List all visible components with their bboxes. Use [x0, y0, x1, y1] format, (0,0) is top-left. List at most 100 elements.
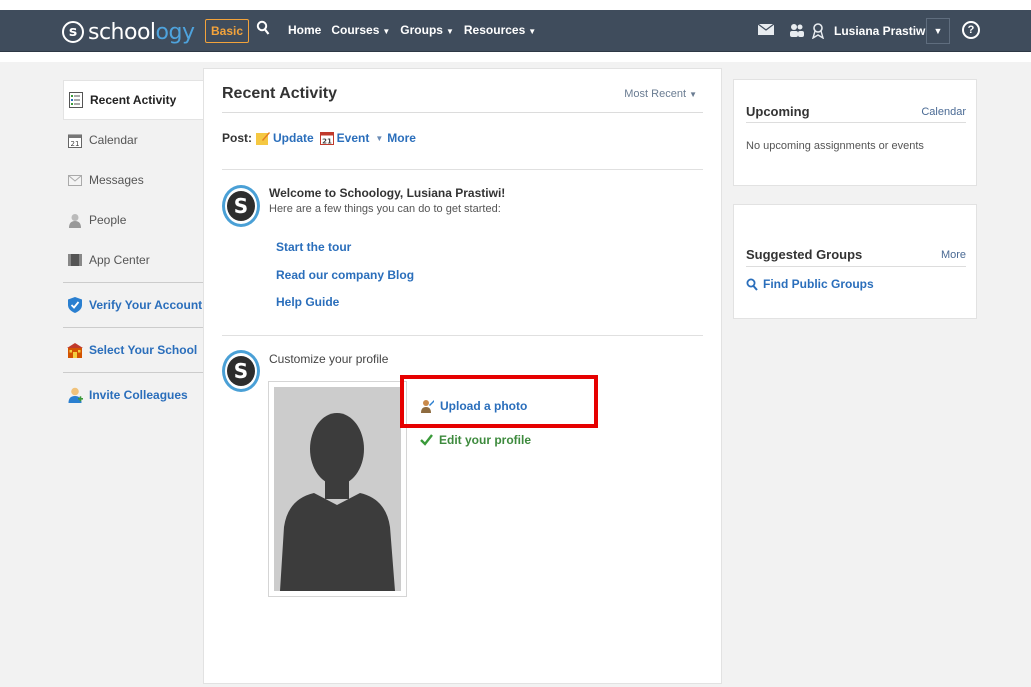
messages-icon — [67, 172, 83, 188]
pencil-note-icon — [256, 131, 270, 145]
highlight-box — [400, 375, 598, 428]
sidebar-item-recent-activity[interactable]: Recent Activity — [63, 80, 203, 120]
upcoming-empty-text: No upcoming assignments or events — [746, 140, 924, 152]
nav-resources-label: Resources — [463, 23, 526, 37]
messages-envelope-icon[interactable] — [757, 23, 775, 39]
notifications-ribbon-icon[interactable] — [811, 23, 825, 42]
nav-courses[interactable]: Courses ▼ — [331, 23, 390, 37]
divider — [746, 122, 966, 123]
profile-photo-placeholder — [268, 381, 407, 597]
help-guide-link[interactable]: Help Guide — [276, 295, 339, 309]
requests-people-icon[interactable] — [789, 23, 805, 40]
nav-resources[interactable]: Resources ▼ — [464, 23, 536, 37]
sort-label: Most Recent — [624, 88, 687, 100]
chevron-down-icon: ▼ — [382, 27, 391, 36]
default-avatar-silhouette — [274, 387, 401, 591]
verify-shield-icon — [67, 297, 83, 313]
sidebar-item-select-school[interactable]: Select Your School — [63, 330, 203, 370]
edit-profile-label: Edit your profile — [439, 433, 532, 447]
sidebar-item-verify-account[interactable]: Verify Your Account — [63, 285, 203, 325]
welcome-subtitle: Here are a few things you can do to get … — [269, 203, 501, 215]
user-menu-dropdown[interactable]: ▼ — [926, 18, 950, 44]
sidebar-item-people[interactable]: People — [63, 200, 203, 240]
sidebar-item-label: Invite Colleagues — [89, 388, 188, 402]
upcoming-title: Upcoming — [746, 104, 810, 119]
schoology-logo[interactable]: s schoology — [62, 19, 195, 45]
suggested-groups-card: Suggested Groups More Find Public Groups — [733, 204, 977, 319]
post-bar: Post: Update 21 Event ▼ More — [222, 131, 422, 146]
post-event-label: Event — [336, 131, 370, 145]
calendar-icon: 21 — [319, 131, 334, 146]
svg-text:21: 21 — [71, 140, 80, 148]
navbar: s schoology Basic Home Courses ▼ Groups ▼ … — [0, 10, 1031, 52]
post-label: Post: — [222, 131, 252, 145]
nav-groups-label: Groups — [400, 23, 443, 37]
post-more-button[interactable]: ▼ More — [375, 131, 416, 145]
find-public-groups-label: Find Public Groups — [763, 277, 874, 291]
left-sidebar: Recent Activity 21 Calendar Messages Peo… — [63, 80, 203, 415]
checkmark-icon — [420, 434, 433, 446]
suggested-groups-title: Suggested Groups — [746, 247, 863, 262]
schoology-logo-icon: S — [227, 191, 255, 221]
chevron-down-icon: ▼ — [445, 27, 454, 36]
sidebar-item-label: Verify Your Account — [89, 298, 203, 312]
chevron-down-icon: ▼ — [528, 27, 537, 36]
upcoming-card: Upcoming Calendar No upcoming assignment… — [733, 79, 977, 186]
top-region: s schoology Basic Home Courses ▼ Groups ▼ … — [0, 0, 1031, 62]
divider — [746, 266, 966, 267]
edit-profile-link[interactable]: Edit your profile — [420, 433, 531, 447]
app-center-icon — [67, 252, 83, 268]
main-nav: Home Courses ▼ Groups ▼ Resources ▼ — [288, 23, 536, 37]
sidebar-item-label: Recent Activity — [90, 93, 177, 107]
basic-button[interactable]: Basic — [205, 19, 250, 43]
sort-dropdown[interactable]: Most Recent ▼ — [624, 88, 697, 100]
invite-person-icon — [67, 387, 83, 403]
sidebar-divider — [63, 327, 203, 328]
calendar-icon: 21 — [67, 132, 83, 148]
search-icon[interactable] — [256, 20, 270, 41]
main-feed: Recent Activity Most Recent ▼ Post: Upda… — [203, 68, 722, 684]
logo-circle-icon: s — [62, 21, 84, 43]
chevron-down-icon: ▼ — [933, 26, 943, 36]
company-blog-link[interactable]: Read our company Blog — [276, 268, 414, 282]
schoology-avatar: S — [222, 350, 260, 392]
nav-groups[interactable]: Groups ▼ — [400, 23, 454, 37]
sidebar-item-app-center[interactable]: App Center — [63, 240, 203, 280]
sidebar-divider — [63, 372, 203, 373]
nav-home-label: Home — [288, 23, 322, 37]
start-tour-link[interactable]: Start the tour — [276, 240, 351, 254]
find-public-groups-link[interactable]: Find Public Groups — [746, 277, 874, 291]
nav-home[interactable]: Home — [288, 23, 321, 37]
page-title: Recent Activity — [222, 85, 337, 102]
customize-profile-title: Customize your profile — [269, 352, 389, 366]
divider — [222, 169, 703, 170]
divider — [222, 112, 703, 113]
sidebar-item-messages[interactable]: Messages — [63, 160, 203, 200]
sidebar-item-calendar[interactable]: 21 Calendar — [63, 120, 203, 160]
logo-text-accent: ogy — [155, 19, 195, 45]
post-update-label: Update — [273, 131, 314, 145]
search-icon — [746, 278, 758, 291]
welcome-title: Welcome to Schoology, Lusiana Prastiwi! — [269, 186, 506, 200]
groups-more-link[interactable]: More — [941, 249, 966, 261]
sidebar-divider — [63, 282, 203, 283]
calendar-link[interactable]: Calendar — [921, 106, 966, 118]
sidebar-item-label: App Center — [89, 253, 150, 267]
help-icon[interactable]: ? — [962, 21, 980, 39]
user-name[interactable]: Lusiana Prastiwi — [834, 24, 929, 38]
schoology-logo-icon: S — [227, 356, 255, 386]
sidebar-item-label: Messages — [89, 173, 144, 187]
post-more-label: More — [387, 131, 416, 145]
help-glyph: ? — [967, 24, 975, 36]
logo-text-main: school — [88, 19, 156, 45]
sidebar-item-label: Select Your School — [89, 343, 198, 357]
nav-courses-label: Courses — [331, 23, 380, 37]
chevron-down-icon: ▼ — [375, 133, 384, 143]
svg-text:21: 21 — [322, 138, 332, 146]
divider — [222, 335, 703, 336]
school-building-icon — [67, 342, 83, 358]
sidebar-item-label: People — [89, 213, 127, 227]
sidebar-item-invite-colleagues[interactable]: Invite Colleagues — [63, 375, 203, 415]
post-event-button[interactable]: 21 Event — [319, 131, 370, 146]
post-update-button[interactable]: Update — [256, 131, 314, 145]
